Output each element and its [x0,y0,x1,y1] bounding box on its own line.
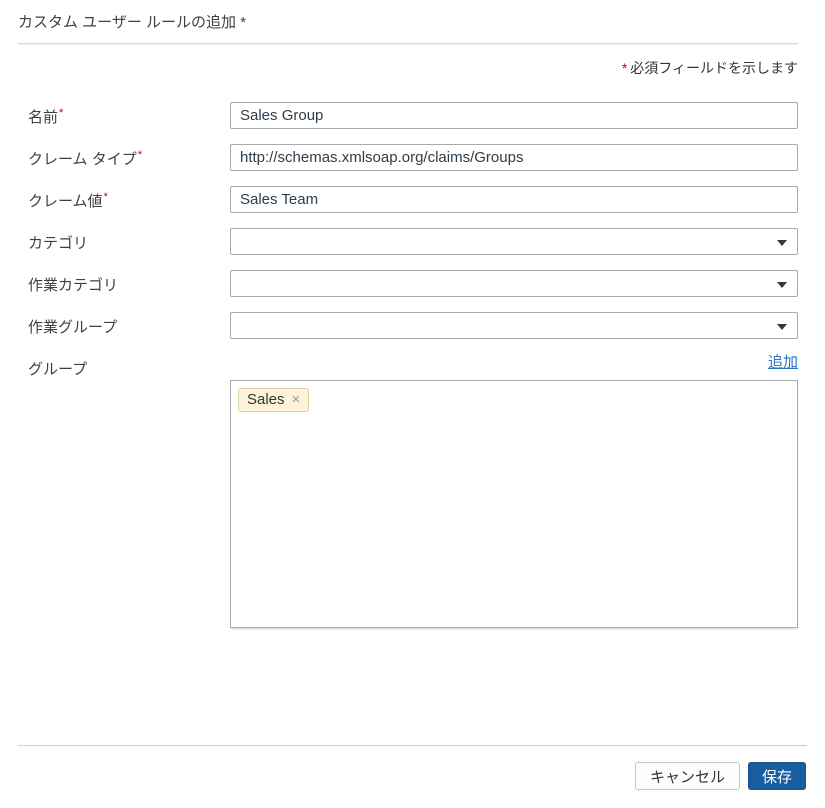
name-control [230,102,798,129]
category-control [230,228,798,255]
form-row-claim-type: クレーム タイプ* [18,144,798,171]
work-group-label: 作業グループ [18,312,230,339]
required-note-text: 必須フィールドを示します [630,60,798,76]
page-title: カスタム ユーザー ルールの追加 * [18,13,798,33]
claim-value-label: クレーム値* [18,186,230,213]
form-row-work-category: 作業カテゴリ [18,270,798,297]
required-asterisk: * [104,191,108,203]
dropdown-arrow-icon [777,324,787,330]
dropdown-arrow-icon [777,282,787,288]
header-divider [18,43,798,44]
cancel-button[interactable]: キャンセル [635,762,740,790]
groups-label: グループ [18,354,230,628]
claim-type-label-text: クレーム タイプ [28,151,137,168]
form-row-work-group: 作業グループ [18,312,798,339]
required-asterisk: * [622,60,627,76]
work-category-label: 作業カテゴリ [18,270,230,297]
category-select[interactable] [230,228,798,255]
group-add-line: 追加 [230,354,798,372]
footer-buttons: キャンセル 保存 [635,762,806,790]
work-group-control [230,312,798,339]
name-label-text: 名前 [28,109,58,126]
required-fields-note: *必須フィールドを示します [18,58,798,78]
name-label: 名前* [18,102,230,129]
form-row-claim-value: クレーム値* [18,186,798,213]
form-row-category: カテゴリ [18,228,798,255]
claim-value-input[interactable] [230,186,798,213]
work-group-label-text: 作業グループ [28,319,117,336]
work-group-select[interactable] [230,312,798,339]
form-row-name: 名前* [18,102,798,129]
group-tag-label: Sales [247,391,285,408]
footer-divider [18,745,807,746]
required-asterisk: * [59,107,63,119]
dropdown-arrow-icon [777,240,787,246]
groups-label-text: グループ [28,361,87,378]
remove-tag-icon[interactable]: × [292,392,301,407]
work-category-select[interactable] [230,270,798,297]
work-category-control [230,270,798,297]
name-input[interactable] [230,102,798,129]
category-label: カテゴリ [18,228,230,255]
group-tag-sales: Sales × [238,388,309,412]
category-label-text: カテゴリ [28,235,88,252]
claim-type-control [230,144,798,171]
form-row-groups: グループ 追加 Sales × [18,354,798,628]
claim-type-label: クレーム タイプ* [18,144,230,171]
work-category-label-text: 作業カテゴリ [28,277,118,294]
add-group-link[interactable]: 追加 [768,354,798,371]
claim-value-control [230,186,798,213]
add-custom-user-rule-dialog: カスタム ユーザー ルールの追加 * *必須フィールドを示します 名前* クレー… [0,0,825,628]
claim-value-label-text: クレーム値 [28,193,103,210]
groups-control: 追加 Sales × [230,354,798,628]
groups-tag-box[interactable]: Sales × [230,380,798,628]
save-button[interactable]: 保存 [748,762,806,790]
required-asterisk: * [138,149,142,161]
claim-type-input[interactable] [230,144,798,171]
